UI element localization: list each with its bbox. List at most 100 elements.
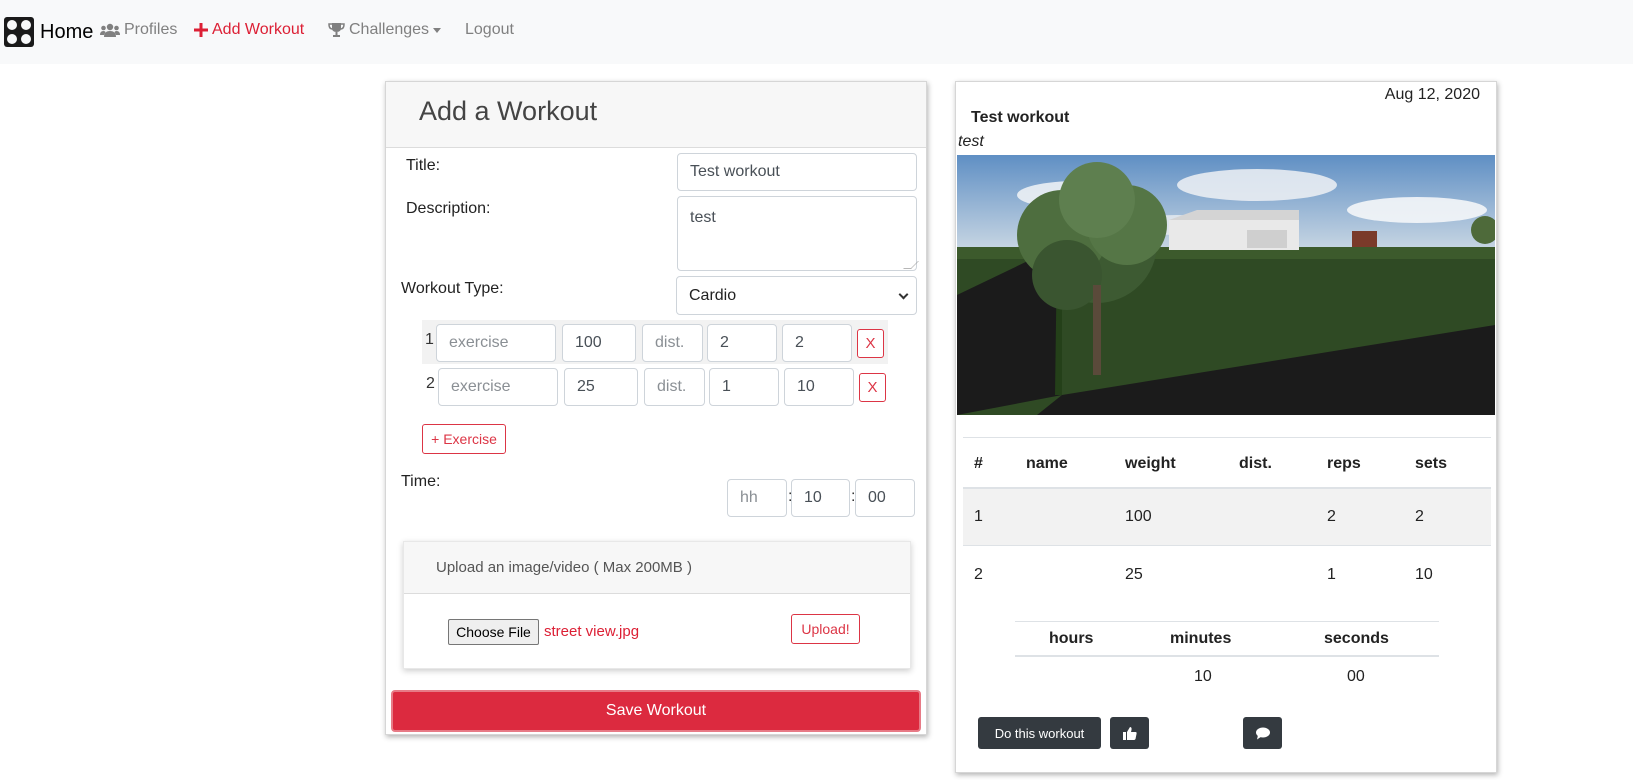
time-header-hours: hours	[1049, 630, 1094, 647]
time-header-seconds: seconds	[1324, 630, 1389, 647]
exercise-sets-input[interactable]: 10	[784, 368, 854, 406]
comment-button[interactable]	[1243, 717, 1282, 749]
table-header: dist.	[1239, 455, 1272, 472]
time-label: Time:	[401, 473, 441, 490]
exercise-row-number: 2	[426, 375, 435, 392]
remove-exercise-button[interactable]: X	[859, 373, 886, 402]
workout-image	[957, 155, 1495, 415]
description-textarea[interactable]: test	[677, 196, 919, 271]
exercise-weight-input[interactable]: 100	[562, 324, 636, 362]
exercise-reps-value: 1	[722, 378, 731, 395]
choose-file-button[interactable]: Choose File	[448, 619, 539, 645]
comment-icon	[1255, 727, 1270, 739]
exercise-name-placeholder: exercise	[451, 378, 511, 395]
exercise-weight-value: 25	[577, 378, 595, 395]
post-date: Aug 12, 2020	[1384, 86, 1480, 103]
time-seconds-value: 00	[868, 489, 886, 506]
save-workout-label: Save Workout	[605, 702, 707, 719]
exercise-dist-input[interactable]: dist.	[642, 324, 703, 362]
nav-profiles-label: Profiles	[124, 21, 178, 38]
post-description: test	[958, 133, 984, 150]
add-exercise-button[interactable]: + Exercise	[422, 424, 506, 454]
table-header: #	[974, 455, 983, 472]
exercise-dist-input[interactable]: dist.	[644, 368, 705, 406]
plus-icon	[194, 23, 208, 37]
title-input-value: Test workout	[690, 163, 780, 180]
navbar: Home Profiles Add Workout Challenges Log…	[0, 0, 1633, 64]
time-value-minutes: 10	[1194, 668, 1212, 685]
exercise-reps-input[interactable]: 2	[707, 324, 777, 362]
resize-handle-icon[interactable]	[903, 261, 919, 269]
brand-label: Home	[40, 20, 94, 43]
exercise-reps-value: 2	[720, 334, 729, 351]
description-label: Description:	[406, 200, 491, 217]
nav-challenges-label: Challenges	[349, 21, 430, 38]
table-top-rule	[963, 437, 1491, 438]
nav-logout-label: Logout	[465, 21, 514, 38]
users-icon	[100, 23, 120, 37]
nav-challenges-dropdown[interactable]: Challenges	[328, 21, 442, 39]
chevron-down-icon	[433, 27, 442, 33]
exercise-sets-value: 2	[795, 334, 804, 351]
nav-add-workout-label: Add Workout	[212, 21, 305, 38]
upload-button[interactable]: Upload!	[791, 614, 860, 644]
title-label: Title:	[406, 157, 441, 174]
trophy-icon	[328, 23, 345, 37]
time-minutes-input[interactable]: 10	[791, 479, 850, 517]
nav-logout[interactable]: Logout	[465, 21, 514, 39]
do-this-workout-label: Do this workout	[994, 725, 1085, 741]
exercise-weight-value: 100	[575, 334, 602, 351]
upload-title: Upload an image/video ( Max 200MB )	[436, 559, 692, 576]
workout-type-value: Cardio	[689, 286, 737, 304]
time-table-header-rule	[1015, 655, 1439, 657]
exercise-name-input[interactable]: exercise	[438, 368, 558, 406]
exercise-sets-input[interactable]: 2	[782, 324, 852, 362]
table-row	[963, 489, 1491, 545]
table-cell: 2	[1415, 508, 1424, 525]
exercise-reps-input[interactable]: 1	[709, 368, 779, 406]
like-button[interactable]	[1110, 717, 1149, 749]
table-cell: 10	[1415, 566, 1433, 583]
time-table-top-rule	[1015, 621, 1439, 622]
add-exercise-label: + Exercise	[431, 431, 497, 447]
table-header: weight	[1125, 455, 1176, 472]
post-title: Test workout	[971, 109, 1070, 126]
table-cell: 2	[1327, 508, 1336, 525]
do-this-workout-button[interactable]: Do this workout	[978, 717, 1101, 749]
thumbs-up-icon	[1122, 727, 1137, 740]
exercise-row-number: 1	[425, 331, 434, 348]
table-header: reps	[1327, 455, 1361, 472]
table-cell: 1	[1327, 566, 1336, 583]
card-header: Add a Workout	[386, 82, 926, 148]
workout-type-select[interactable]: Cardio	[676, 276, 917, 315]
save-workout-button[interactable]: Save Workout	[391, 690, 921, 732]
add-workout-card: Add a Workout Title: Test workout Descri…	[385, 81, 927, 735]
table-cell: 25	[1125, 566, 1143, 583]
page-title: Add a Workout	[419, 96, 598, 126]
time-value-seconds: 00	[1347, 668, 1365, 685]
exercise-sets-value: 10	[797, 378, 815, 395]
remove-exercise-button[interactable]: X	[857, 329, 884, 358]
table-header: name	[1026, 455, 1068, 472]
brand-home-link[interactable]: Home	[4, 17, 93, 47]
street-view-photo	[957, 155, 1495, 415]
nav-add-workout[interactable]: Add Workout	[194, 21, 304, 39]
time-hours-input[interactable]: hh	[727, 479, 787, 517]
app-logo-icon	[4, 17, 34, 47]
choose-file-label: Choose File	[456, 624, 531, 640]
upload-label: Upload!	[801, 621, 850, 637]
table-row-rule	[963, 545, 1491, 546]
time-minutes-value: 10	[804, 489, 822, 506]
exercise-dist-placeholder: dist.	[657, 378, 687, 395]
table-cell: 2	[974, 566, 983, 583]
time-seconds-input[interactable]: 00	[855, 479, 915, 517]
exercise-weight-input[interactable]: 25	[564, 368, 638, 406]
remove-label: X	[865, 335, 876, 352]
nav-profiles[interactable]: Profiles	[100, 21, 177, 39]
title-input[interactable]: Test workout	[677, 153, 917, 191]
remove-label: X	[867, 379, 878, 396]
exercise-name-input[interactable]: exercise	[436, 324, 556, 362]
exercise-name-placeholder: exercise	[449, 334, 509, 351]
selected-file-name: street view.jpg	[544, 623, 640, 640]
time-hours-placeholder: hh	[740, 489, 758, 506]
